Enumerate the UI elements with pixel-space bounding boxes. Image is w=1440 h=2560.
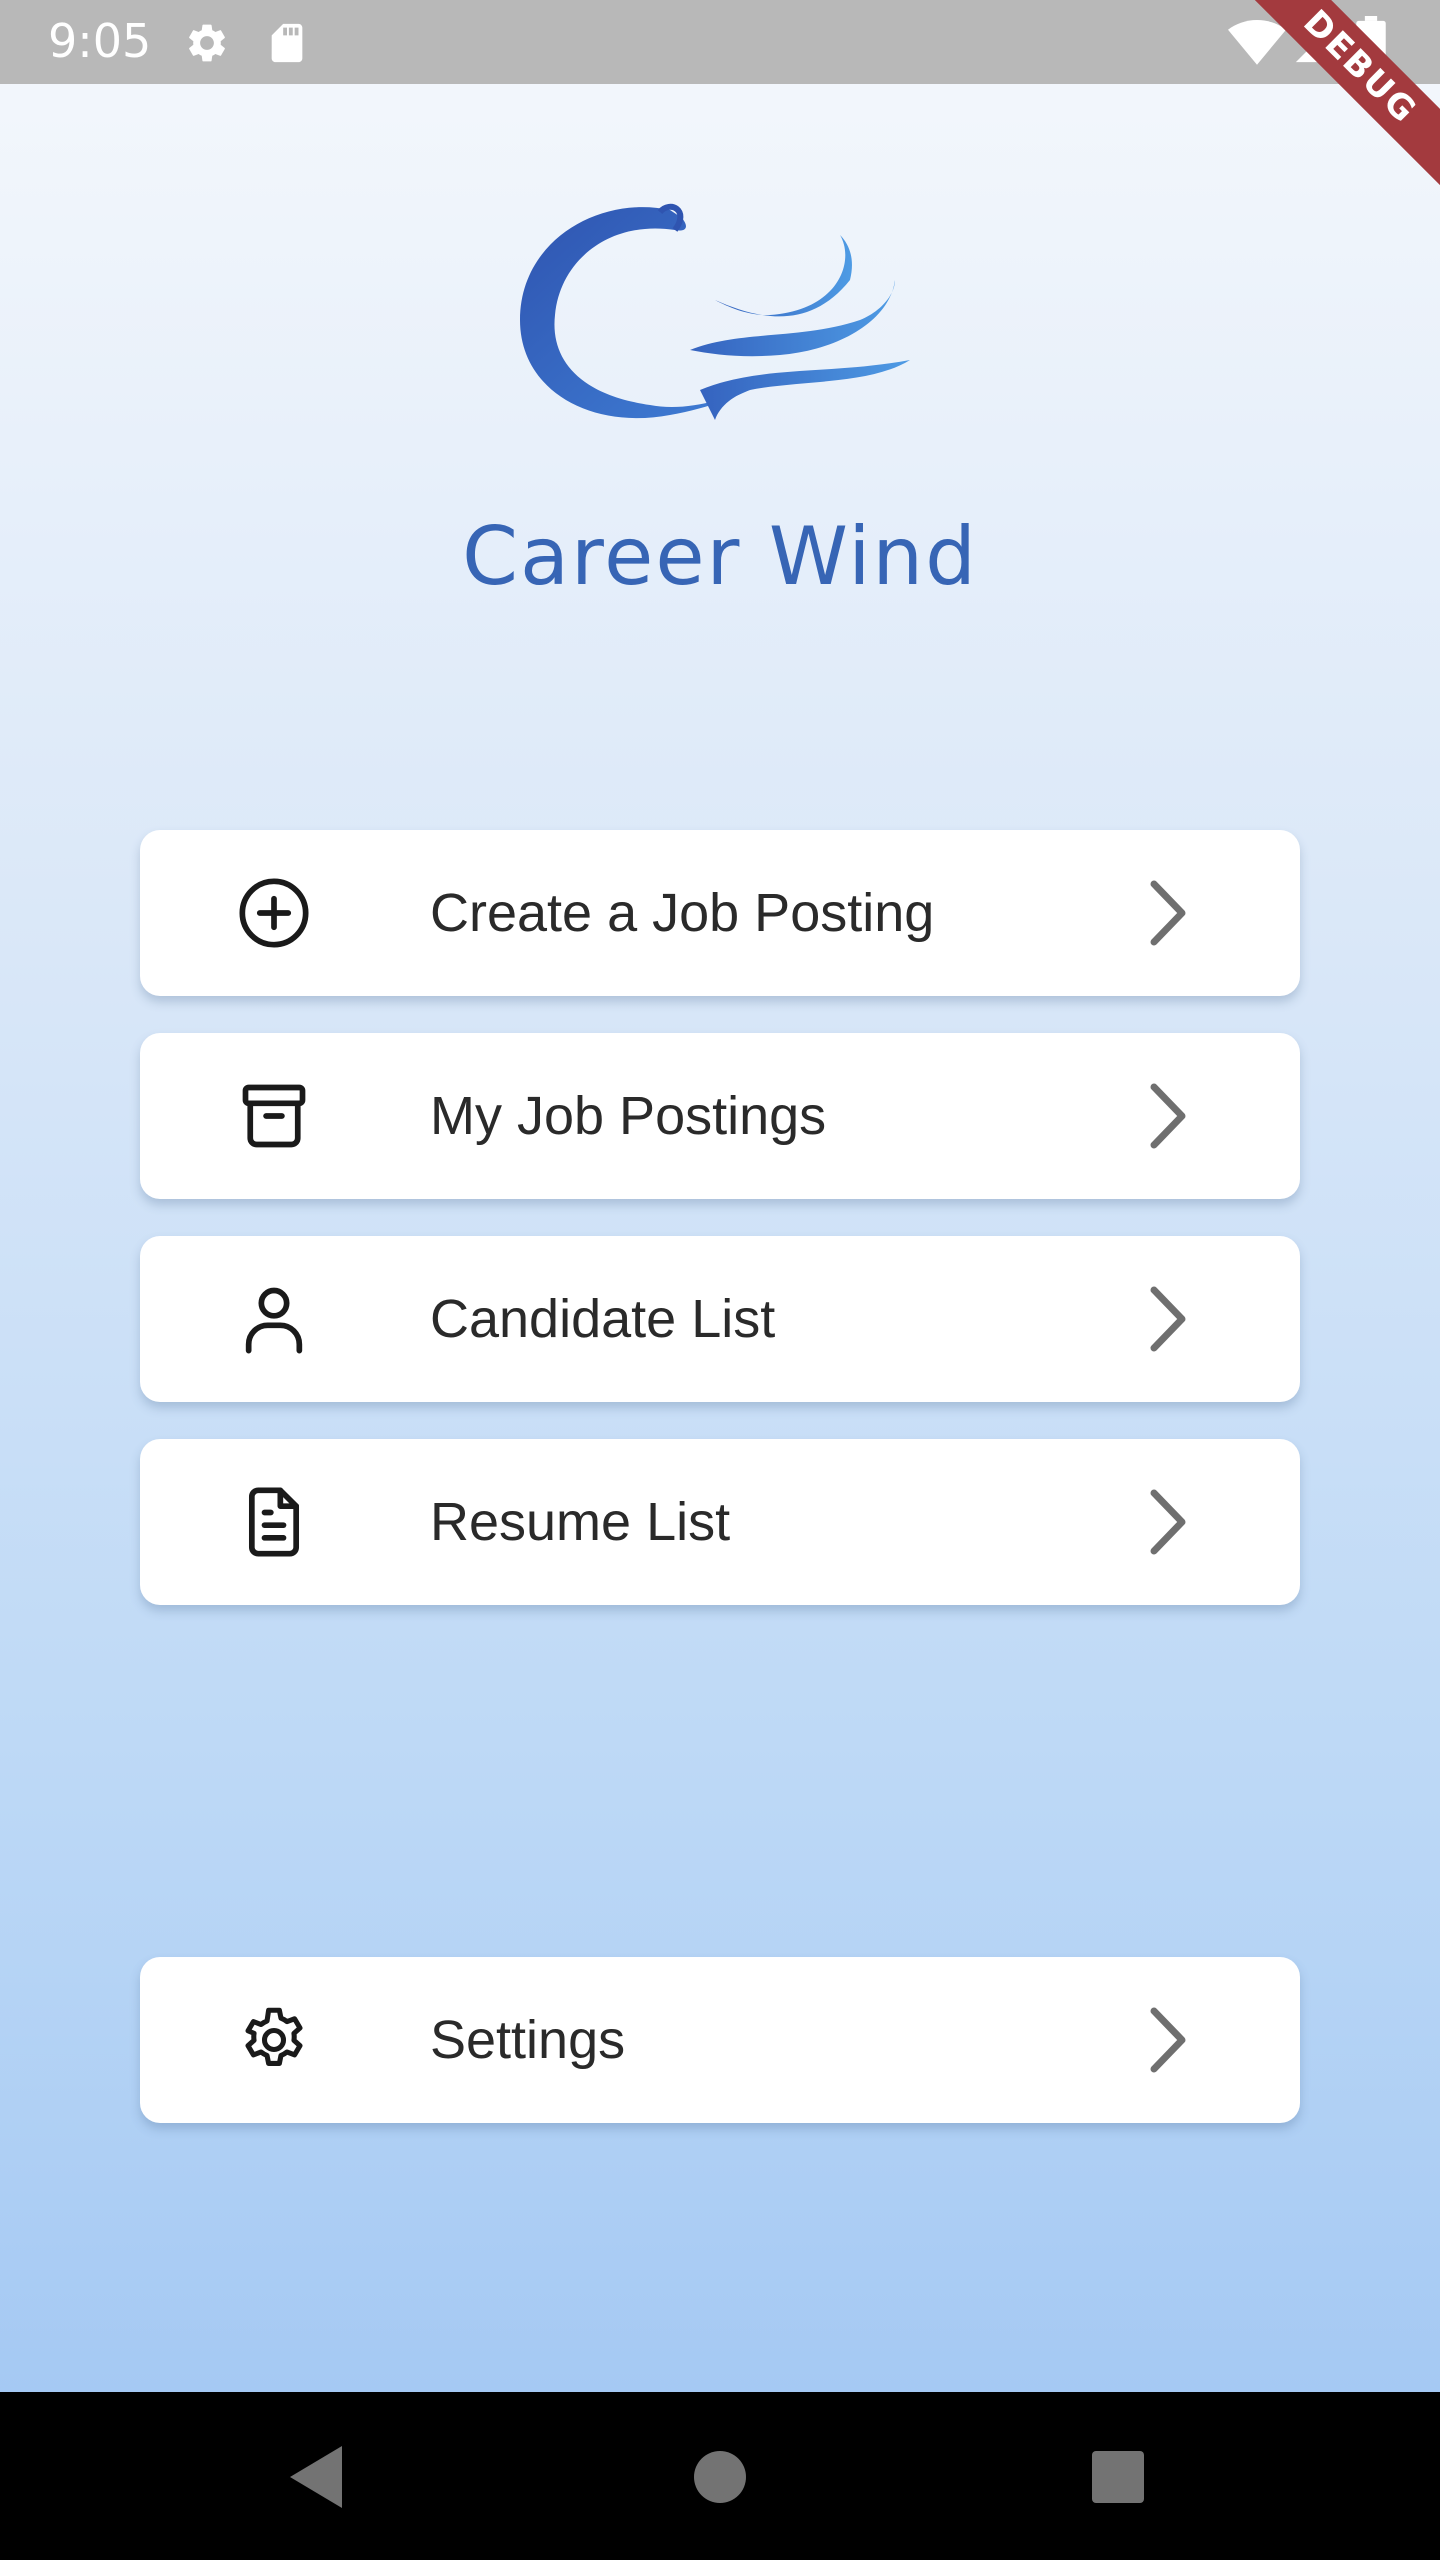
- menu-item-label: Resume List: [430, 1492, 731, 1552]
- app-screen: 9:05 DEBUG Career Wind Create a Job Post…: [0, 0, 1440, 2392]
- plus-circle-icon: [236, 875, 312, 951]
- menu-item-label: My Job Postings: [430, 1086, 827, 1146]
- recents-icon[interactable]: [1073, 2432, 1163, 2522]
- menu-item-label: Settings: [430, 2010, 626, 2070]
- status-time: 9:05: [48, 14, 152, 68]
- create-job-posting-button[interactable]: Create a Job Posting: [140, 830, 1300, 996]
- candidate-list-button[interactable]: Candidate List: [140, 1236, 1300, 1402]
- menu-item-label: Create a Job Posting: [430, 883, 935, 943]
- document-icon: [236, 1484, 312, 1560]
- user-icon: [236, 1281, 312, 1357]
- gear-icon: [184, 20, 230, 70]
- chevron-right-icon: [1144, 1284, 1192, 1354]
- wifi-icon: [1228, 18, 1286, 72]
- home-icon[interactable]: [675, 2432, 765, 2522]
- app-title: Career Wind: [462, 510, 978, 603]
- gear-icon: [236, 2002, 312, 2078]
- app-logo: [510, 200, 930, 440]
- sd-card-icon: [264, 20, 310, 70]
- chevron-right-icon: [1144, 878, 1192, 948]
- status-bar: 9:05: [0, 0, 1440, 84]
- archive-icon: [236, 1078, 312, 1154]
- resume-list-button[interactable]: Resume List: [140, 1439, 1300, 1605]
- navigation-bar: [0, 2392, 1440, 2560]
- settings-button[interactable]: Settings: [140, 1957, 1300, 2123]
- back-icon[interactable]: [272, 2432, 362, 2522]
- chevron-right-icon: [1144, 1487, 1192, 1557]
- my-job-postings-button[interactable]: My Job Postings: [140, 1033, 1300, 1199]
- chevron-right-icon: [1144, 1081, 1192, 1151]
- menu-item-label: Candidate List: [430, 1289, 776, 1349]
- chevron-right-icon: [1144, 2005, 1192, 2075]
